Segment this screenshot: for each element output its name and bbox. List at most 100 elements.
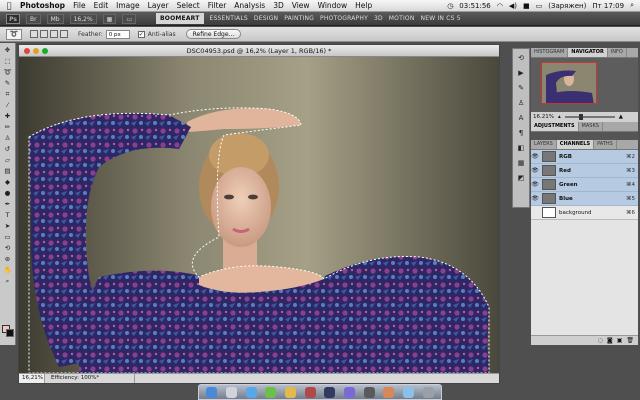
pen-tool-icon[interactable]: ✒ [2,200,13,208]
new-selection-icon[interactable] [30,30,38,38]
stamp-tool-icon[interactable]: ♙ [2,134,13,142]
tab-info[interactable]: INFO [608,48,627,57]
subtract-selection-icon[interactable] [50,30,58,38]
time-machine-icon[interactable]: ◷ [447,2,453,10]
3d-rotate-tool-icon[interactable]: ⟲ [2,244,13,252]
menu-select[interactable]: Select [177,1,200,10]
battery-icon[interactable]: ▭ [536,2,543,10]
menu-view[interactable]: View [292,1,310,10]
brushes-panel-icon[interactable]: ✎ [515,83,527,94]
menu-edit[interactable]: Edit [94,1,109,10]
eyedropper-tool-icon[interactable]: ⁄ [2,101,13,109]
lasso-tool-icon[interactable]: ➰ [2,68,13,76]
marquee-tool-icon[interactable]: ⬚ [2,57,13,65]
feather-input[interactable]: 0 px [105,29,130,39]
safari-icon[interactable] [245,386,257,398]
refine-edge-button[interactable]: Refine Edge... [185,29,242,39]
channel-row-red[interactable]: 👁 Red ⌘3 [531,164,638,178]
menu-help[interactable]: Help [355,1,372,10]
menu-layer[interactable]: Layer [148,1,169,10]
channel-row-background[interactable]: background ⌘6 [531,206,638,220]
tab-masks[interactable]: MASKS [579,122,603,131]
workspace-painting[interactable]: PAINTING [284,15,314,22]
load-selection-icon[interactable]: ◌ [598,336,603,345]
tab-channels[interactable]: CHANNELS [556,140,595,149]
zoom-out-icon[interactable]: ▴ [558,112,561,122]
workspace-essentials[interactable]: ESSENTIALS [210,15,248,22]
3d-panel-icon[interactable]: ◧ [515,143,527,154]
screen-mode-button[interactable]: ▭ [122,13,136,24]
messages-icon[interactable] [265,386,277,398]
zoom-dropdown[interactable]: 16,2% [69,13,97,24]
zoom-tool-icon[interactable]: ⌕ [2,277,13,285]
workspace-boomeart[interactable]: BOOMEART [156,13,204,24]
mail-icon[interactable] [284,386,296,398]
menu-window[interactable]: Window [318,1,348,10]
styles-panel-icon[interactable]: ◩ [515,173,527,184]
workspace-3d[interactable]: 3D [374,15,383,22]
flag-icon[interactable]: ■ [523,2,530,10]
eraser-tool-icon[interactable]: ▱ [2,156,13,164]
bridge-button[interactable]: Br [26,13,41,24]
navigator-zoom-value[interactable]: 16.21% [533,112,554,122]
history-brush-tool-icon[interactable]: ↺ [2,145,13,153]
blur-tool-icon[interactable]: ◆ [2,178,13,186]
dodge-tool-icon[interactable]: ● [2,189,13,197]
tab-paths[interactable]: PATHS [594,140,617,149]
hand-tool-icon[interactable]: ✋ [2,266,13,274]
quick-select-tool-icon[interactable]: ✎ [2,79,13,87]
brush-tool-icon[interactable]: ✏ [2,123,13,131]
finder-icon[interactable] [206,386,218,398]
tab-adjustments[interactable]: ADJUSTMENTS [531,122,579,131]
3d-orbit-tool-icon[interactable]: ⊛ [2,255,13,263]
zoom-in-icon[interactable]: ▲ [619,112,623,122]
type-tool-icon[interactable]: T [2,211,13,219]
apple-icon[interactable]:  [4,1,14,10]
menubar-clock[interactable]: Пт 17:09 [592,2,624,10]
menu-file[interactable]: File [73,1,86,10]
minibridge-button[interactable]: Mb [46,13,64,24]
clone-source-panel-icon[interactable]: ♙ [515,98,527,109]
status-info[interactable]: Efficiency: 100%* [45,374,135,383]
menu-3d[interactable]: 3D [273,1,284,10]
channel-row-green[interactable]: 👁 Green ⌘4 [531,178,638,192]
trash-icon[interactable] [422,386,434,398]
workspace-motion[interactable]: MOTION [389,15,415,22]
photoshop-icon[interactable] [324,386,336,398]
delete-channel-icon[interactable]: 🗑 [626,336,634,345]
launchpad-icon[interactable] [225,386,237,398]
visibility-eye-icon[interactable]: 👁 [531,195,539,202]
move-tool-icon[interactable]: ✥ [2,46,13,54]
preferences-icon[interactable] [363,386,375,398]
add-to-selection-icon[interactable] [40,30,48,38]
arrange-documents-button[interactable]: ▦ [102,13,117,24]
shape-tool-icon[interactable]: ▭ [2,233,13,241]
app-icon[interactable] [383,386,395,398]
menu-image[interactable]: Image [116,1,140,10]
tab-histogram[interactable]: HISTOGRAM [531,48,569,57]
volume-icon[interactable]: ◀) [509,2,517,10]
character-panel-icon[interactable]: A [515,113,527,124]
workspace-design[interactable]: DESIGN [254,15,278,22]
menu-app-name[interactable]: Photoshop [20,1,65,10]
history-panel-icon[interactable]: ⟲ [515,53,527,64]
close-icon[interactable] [24,48,30,54]
save-selection-icon[interactable]: ◙ [607,336,613,345]
swatches-panel-icon[interactable]: ▦ [515,158,527,169]
tab-layers[interactable]: LAYERS [531,140,557,149]
workspace-new-in-cs5[interactable]: NEW IN CS 5 [421,15,461,22]
channel-row-blue[interactable]: 👁 Blue ⌘5 [531,192,638,206]
folder-icon[interactable] [402,386,414,398]
antialias-checkbox[interactable]: ✓ [137,30,145,38]
lasso-tool-preset-icon[interactable]: ➰ [6,28,22,40]
visibility-eye-icon[interactable]: 👁 [531,167,539,174]
navigator-zoom-slider[interactable] [564,114,615,120]
actions-panel-icon[interactable]: ▶ [515,68,527,79]
itunes-icon[interactable] [343,386,355,398]
intersect-selection-icon[interactable] [60,30,68,38]
crop-tool-icon[interactable]: ⌗ [2,90,13,98]
zoom-icon[interactable] [42,48,48,54]
healing-tool-icon[interactable]: ✚ [2,112,13,120]
workspace-photography[interactable]: PHOTOGRAPHY [320,15,368,22]
visibility-eye-icon[interactable]: 👁 [531,153,539,160]
